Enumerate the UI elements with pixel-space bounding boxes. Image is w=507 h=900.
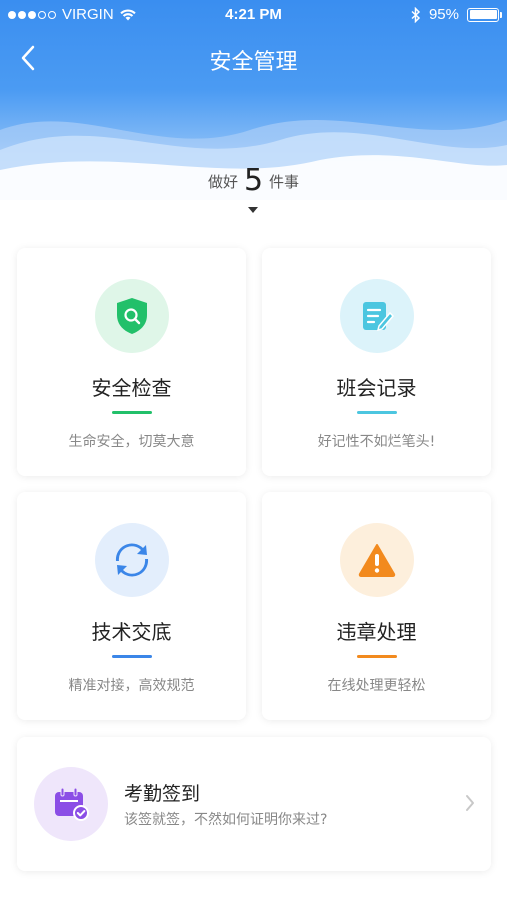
attendance-icon-circle (34, 767, 108, 841)
meeting-record-icon-circle (339, 279, 414, 353)
tech-briefing-icon-circle (94, 523, 169, 597)
meeting-record-card[interactable]: 班会记录 好记性不如烂笔头! (262, 248, 491, 476)
safety-check-card[interactable]: 安全检查 生命安全，切莫大意 (17, 248, 246, 476)
tasks-suffix: 件事 (269, 173, 300, 191)
meeting-record-subtitle: 好记性不如烂笔头! (317, 434, 436, 450)
safety-check-title: 安全检查 (91, 376, 172, 400)
tasks-prefix: 做好 (207, 173, 238, 191)
attendance-title: 考勤签到 (124, 783, 201, 805)
violation-handling-icon-circle (339, 523, 414, 597)
calendar-check-icon (55, 787, 89, 821)
violation-handling-card[interactable]: 违章处理 在线处理更轻松 (262, 492, 491, 720)
meeting-record-title: 班会记录 (336, 376, 417, 400)
attendance-card[interactable]: 考勤签到 该签就签，不然如何证明你来过? (17, 737, 491, 871)
violation-handling-subtitle: 在线处理更轻松 (327, 678, 426, 694)
page-title: 安全管理 (209, 50, 298, 75)
tech-briefing-title: 技术交底 (91, 620, 172, 644)
battery-icon (467, 7, 502, 22)
chevron-right-icon (466, 795, 474, 811)
meeting-record-underline (356, 411, 397, 414)
safety-check-subtitle: 生命安全，切莫大意 (68, 434, 195, 450)
safety-check-underline (111, 411, 152, 414)
nav-bar: 安全管理 (0, 34, 507, 82)
tasks-summary: 做好 5 件事 (0, 160, 507, 198)
tech-briefing-underline (111, 655, 152, 658)
notepad-edit-icon (362, 302, 394, 332)
safety-check-icon-circle (94, 279, 169, 353)
tasks-count: 5 (243, 163, 264, 198)
sync-arrows-icon (115, 543, 148, 577)
attendance-subtitle: 该签就签，不然如何证明你来过? (124, 812, 328, 828)
violation-handling-underline (356, 655, 397, 658)
battery-percent: 95% (428, 6, 459, 23)
violation-handling-title: 违章处理 (336, 620, 417, 644)
caret-down-icon[interactable] (248, 207, 258, 213)
tech-briefing-subtitle: 精准对接，高效规范 (68, 678, 195, 694)
warning-icon (358, 544, 395, 577)
status-bar: VIRGIN 4:21 PM 95% (0, 0, 507, 30)
bluetooth-icon (411, 6, 421, 23)
tech-briefing-card[interactable]: 技术交底 精准对接，高效规范 (17, 492, 246, 720)
shield-search-icon (116, 298, 147, 334)
